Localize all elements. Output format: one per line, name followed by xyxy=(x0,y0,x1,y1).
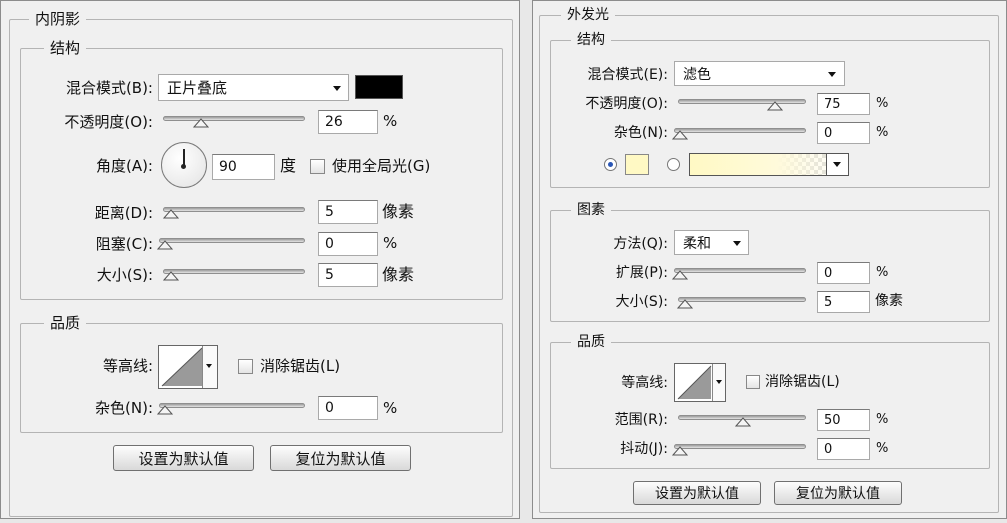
noise-unit: % xyxy=(383,399,398,417)
opacity-slider[interactable] xyxy=(163,116,305,121)
glow-elements-title: 图素 xyxy=(571,203,611,217)
glow-anti-alias-label: 消除锯齿(L) xyxy=(765,374,840,390)
jitter-label: 抖动(J): xyxy=(620,441,668,457)
radio-selected-dot xyxy=(608,162,613,167)
noise-input[interactable]: 0 xyxy=(318,396,378,420)
jitter-input[interactable]: 0 xyxy=(817,438,870,460)
chevron-down-icon xyxy=(716,380,722,384)
glow-contour-picker[interactable] xyxy=(674,363,726,402)
quality-title: 品质 xyxy=(44,316,87,331)
spread-input[interactable]: 0 xyxy=(817,262,870,284)
reset-default-button[interactable]: 复位为默认值 xyxy=(270,445,411,471)
glow-contour-label: 等高线: xyxy=(621,375,668,391)
global-light-checkbox[interactable] xyxy=(310,159,325,174)
technique-select[interactable]: 柔和 xyxy=(674,230,749,255)
glow-noise-label: 杂色(N): xyxy=(613,125,668,141)
glow-size-slider[interactable] xyxy=(678,297,806,302)
outer-glow-panel: 外发光 结构 混合模式(E): 滤色 不透明度(O): 75 % 杂色(N): … xyxy=(532,0,1007,519)
glow-quality-title: 品质 xyxy=(571,335,611,349)
range-label: 范围(R): xyxy=(614,412,668,428)
shadow-color-swatch[interactable] xyxy=(355,75,403,99)
solid-color-radio[interactable] xyxy=(604,158,617,171)
distance-unit: 像素 xyxy=(382,202,415,221)
glow-noise-input[interactable]: 0 xyxy=(817,122,870,144)
angle-dial-needle xyxy=(183,149,185,165)
glow-contour-dropdown-button[interactable] xyxy=(712,364,725,401)
angle-unit: 度 xyxy=(280,156,297,175)
glow-blend-mode-label: 混合模式(E): xyxy=(587,67,669,83)
technique-label: 方法(Q): xyxy=(613,236,668,252)
contour-preview-icon xyxy=(161,347,203,387)
glow-blend-mode-select[interactable]: 滤色 xyxy=(674,61,845,86)
glow-reset-default-button[interactable]: 复位为默认值 xyxy=(774,481,902,505)
distance-slider[interactable] xyxy=(163,207,305,212)
choke-slider[interactable] xyxy=(159,238,305,243)
global-light-label: 使用全局光(G) xyxy=(332,157,431,175)
angle-label: 角度(A): xyxy=(95,157,153,175)
opacity-input[interactable]: 26 xyxy=(318,110,378,134)
inner-shadow-title: 内阴影 xyxy=(29,12,87,27)
glow-anti-alias-checkbox[interactable] xyxy=(746,375,760,389)
size-input[interactable]: 5 xyxy=(318,263,378,287)
choke-unit: % xyxy=(383,234,398,252)
chevron-down-icon xyxy=(828,72,836,77)
jitter-slider[interactable] xyxy=(674,444,806,449)
angle-dial[interactable] xyxy=(161,142,207,188)
range-unit: % xyxy=(876,412,889,427)
size-unit: 像素 xyxy=(382,265,415,284)
glow-color-swatch[interactable] xyxy=(625,154,649,175)
contour-dropdown-button[interactable] xyxy=(202,346,217,388)
blend-mode-value: 正片叠底 xyxy=(167,79,228,97)
distance-input[interactable]: 5 xyxy=(318,200,378,224)
chevron-down-icon xyxy=(833,162,841,167)
glow-structure-title: 结构 xyxy=(571,33,611,47)
anti-alias-checkbox[interactable] xyxy=(238,359,253,374)
opacity-unit: % xyxy=(383,112,398,130)
chevron-down-icon xyxy=(206,364,212,368)
glow-size-input[interactable]: 5 xyxy=(817,291,870,313)
glow-opacity-label: 不透明度(O): xyxy=(585,96,668,112)
contour-picker[interactable] xyxy=(158,345,218,389)
opacity-label: 不透明度(O): xyxy=(64,113,153,131)
size-label: 大小(S): xyxy=(96,266,153,284)
glow-opacity-slider[interactable] xyxy=(678,99,806,104)
glow-make-default-button[interactable]: 设置为默认值 xyxy=(633,481,761,505)
glow-contour-preview-icon xyxy=(677,365,712,400)
technique-value: 柔和 xyxy=(683,235,711,252)
angle-input[interactable]: 90 xyxy=(212,154,275,180)
choke-input[interactable]: 0 xyxy=(318,232,378,256)
range-input[interactable]: 50 xyxy=(817,409,870,431)
quality-group xyxy=(20,323,503,433)
spread-unit: % xyxy=(876,265,889,280)
glow-opacity-unit: % xyxy=(876,96,889,111)
spread-slider[interactable] xyxy=(674,268,806,273)
choke-label: 阻塞(C): xyxy=(95,235,153,253)
make-default-button[interactable]: 设置为默认值 xyxy=(113,445,254,471)
chevron-down-icon xyxy=(733,241,741,246)
jitter-unit: % xyxy=(876,441,889,456)
blend-mode-label: 混合模式(B): xyxy=(65,79,153,97)
blend-mode-select[interactable]: 正片叠底 xyxy=(158,74,349,101)
glow-size-label: 大小(S): xyxy=(615,294,668,310)
structure-title: 结构 xyxy=(44,41,87,56)
anti-alias-label: 消除锯齿(L) xyxy=(260,357,341,375)
inner-shadow-panel: 内阴影 结构 混合模式(B): 正片叠底 不透明度(O): 26 % 角度(A)… xyxy=(0,0,520,519)
glow-opacity-input[interactable]: 75 xyxy=(817,93,870,115)
spread-label: 扩展(P): xyxy=(615,265,668,281)
noise-label: 杂色(N): xyxy=(95,399,153,417)
distance-label: 距离(D): xyxy=(94,204,153,222)
contour-label: 等高线: xyxy=(102,357,153,375)
gradient-picker[interactable] xyxy=(689,153,849,176)
glow-blend-mode-value: 滤色 xyxy=(683,66,711,83)
glow-noise-unit: % xyxy=(876,125,889,140)
gradient-dropdown-button[interactable] xyxy=(826,154,848,175)
outer-glow-title: 外发光 xyxy=(561,8,615,22)
noise-slider[interactable] xyxy=(159,403,305,408)
angle-dial-center xyxy=(181,164,186,169)
glow-size-unit: 像素 xyxy=(875,293,903,309)
glow-noise-slider[interactable] xyxy=(674,128,806,133)
size-slider[interactable] xyxy=(163,269,305,274)
chevron-down-icon xyxy=(333,86,341,91)
gradient-radio[interactable] xyxy=(667,158,680,171)
